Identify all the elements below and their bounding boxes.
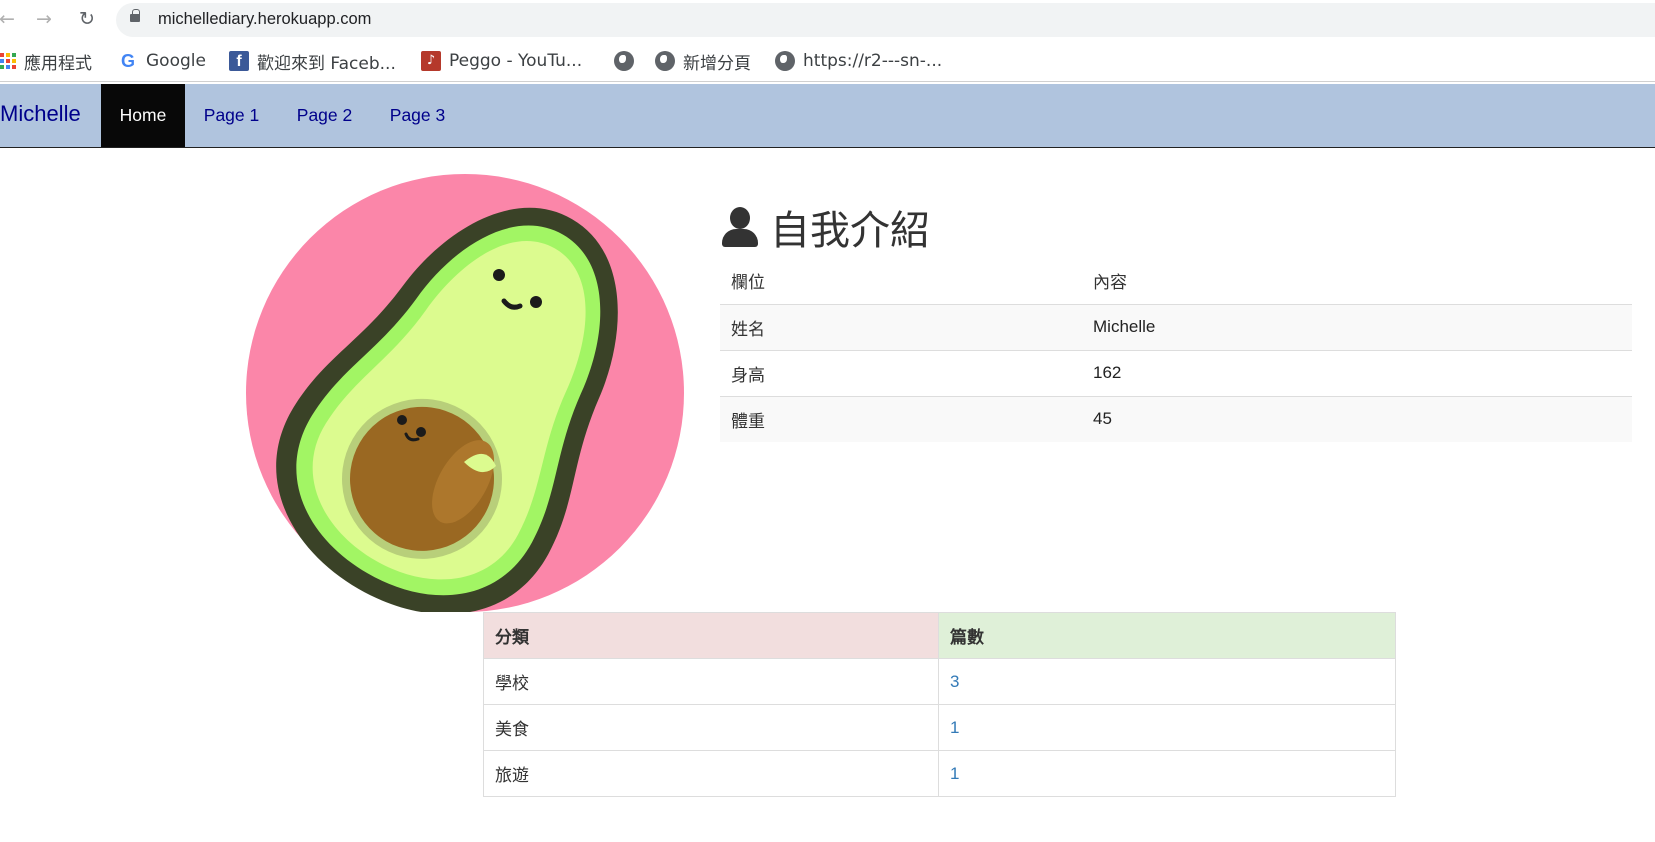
bookmark-google[interactable]: G Google (118, 49, 206, 73)
column-header-field: 欄位 (731, 273, 765, 294)
value-cell: Michelle (1082, 303, 1632, 350)
globe-icon (655, 51, 675, 71)
google-icon: G (120, 51, 135, 71)
column-header-category: 分類 (483, 612, 939, 659)
bookmark-label: Peggo - YouTu... (449, 51, 583, 71)
bookmark-new-tab[interactable]: 新增分頁 (655, 49, 751, 74)
category-table: 分類 篇數 學校 3 美食 1 旅遊 1 (483, 612, 1396, 797)
intro-heading: 自我介紹 (720, 198, 930, 256)
category-cell: 美食 (483, 704, 939, 751)
bookmarks-bar: 應用程式 G Google f 歡迎來到 Faceb... ♪ Peggo - … (0, 40, 1655, 82)
table-row: 姓名 Michelle (720, 303, 1632, 350)
bookmark-label: 應用程式 (24, 53, 92, 74)
lock-icon (130, 9, 140, 22)
bookmark-globe[interactable] (614, 49, 642, 73)
value-cell: 45 (1082, 395, 1632, 442)
site-navbar: Michelle Home Page 1 Page 2 Page 3 (0, 84, 1655, 148)
avocado-avatar (246, 174, 684, 612)
column-header-count: 篇數 (938, 612, 1396, 659)
table-row: 身高 162 (720, 349, 1632, 396)
bookmark-label: https://r2---sn-... (803, 51, 943, 71)
nav-home[interactable]: Home (101, 84, 185, 147)
table-header-row: 欄位 內容 (720, 258, 1632, 304)
apps-grid-icon (0, 53, 16, 69)
intro-title: 自我介紹 (770, 208, 930, 254)
count-cell: 1 (938, 750, 1396, 797)
address-bar[interactable]: michellediary.herokuapp.com (116, 3, 1655, 37)
peggo-icon: ♪ (421, 51, 441, 71)
url-text[interactable]: michellediary.herokuapp.com (158, 10, 371, 29)
bookmark-link[interactable]: https://r2---sn-... (775, 49, 942, 73)
field-cell: 體重 (720, 395, 1082, 442)
category-cell: 學校 (483, 658, 939, 705)
intro-table: 欄位 內容 姓名 Michelle 身高 162 體重 45 (720, 258, 1632, 442)
nav-page-2[interactable]: Page 2 (278, 84, 371, 147)
count-link[interactable]: 1 (950, 718, 959, 737)
bookmark-label: 歡迎來到 Faceb... (257, 53, 396, 74)
table-row: 旅遊 1 (483, 750, 1396, 797)
count-link[interactable]: 1 (950, 764, 959, 783)
nav-page-1[interactable]: Page 1 (185, 84, 278, 147)
table-row: 美食 1 (483, 704, 1396, 751)
back-arrow-icon[interactable]: ← (0, 8, 18, 30)
browser-toolbar: ← → ↻ michellediary.herokuapp.com (0, 0, 1655, 40)
table-row: 體重 45 (720, 395, 1632, 442)
count-cell: 3 (938, 658, 1396, 705)
value-cell: 162 (1082, 349, 1632, 396)
column-header-content: 內容 (1093, 273, 1127, 294)
table-row: 學校 3 (483, 658, 1396, 705)
globe-icon (775, 51, 795, 71)
count-cell: 1 (938, 704, 1396, 751)
brand-link[interactable]: Michelle (0, 101, 81, 127)
bookmark-apps[interactable]: 應用程式 (0, 49, 92, 74)
bookmark-peggo[interactable]: ♪ Peggo - YouTu... (421, 49, 582, 73)
nav-page-3[interactable]: Page 3 (371, 84, 464, 147)
count-link[interactable]: 3 (950, 672, 959, 691)
bookmark-label: 新增分頁 (683, 53, 751, 74)
user-icon (720, 207, 760, 247)
reload-icon[interactable]: ↻ (76, 8, 98, 30)
field-cell: 姓名 (720, 303, 1082, 350)
facebook-icon: f (229, 51, 249, 71)
globe-icon (614, 51, 634, 71)
bookmark-label: Google (146, 51, 206, 71)
bookmark-facebook[interactable]: f 歡迎來到 Faceb... (229, 49, 396, 74)
table-header-row: 分類 篇數 (483, 612, 1396, 659)
category-cell: 旅遊 (483, 750, 939, 797)
field-cell: 身高 (720, 349, 1082, 396)
forward-arrow-icon[interactable]: → (33, 8, 55, 30)
